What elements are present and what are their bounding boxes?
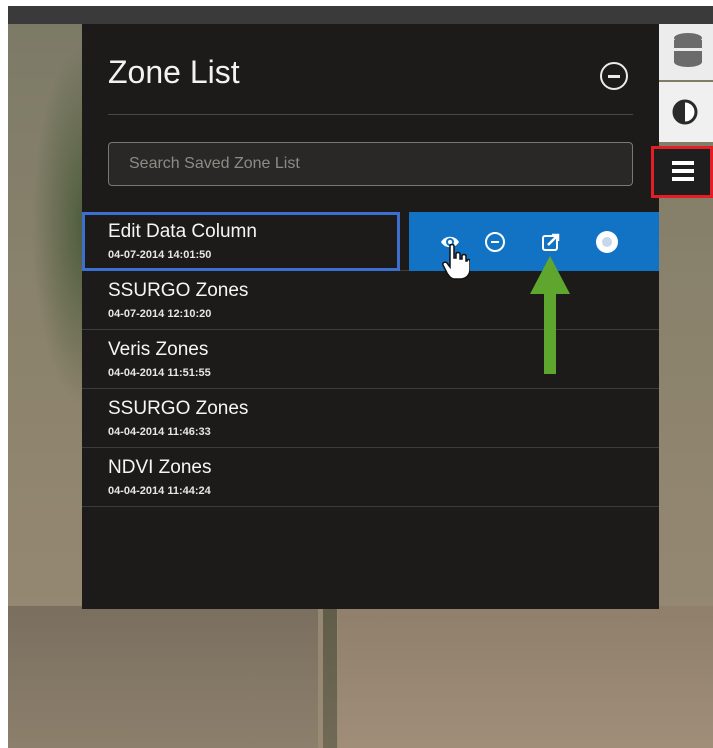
collapse-icon[interactable] xyxy=(600,62,628,90)
zone-list-panel: Zone List Edit Data Column 04-07-2014 14… xyxy=(82,24,659,609)
map-field xyxy=(338,606,713,748)
zone-list-button[interactable] xyxy=(651,146,713,198)
contrast-icon xyxy=(672,99,698,125)
zone-name: SSURGO Zones xyxy=(108,398,249,419)
annotation-arrow-icon xyxy=(530,256,570,374)
list-item[interactable]: Veris Zones 04-04-2014 11:51:55 xyxy=(82,330,659,389)
zone-date: 04-04-2014 11:46:33 xyxy=(108,426,211,438)
list-item[interactable]: NDVI Zones 04-04-2014 11:44:24 xyxy=(82,448,659,507)
zone-name: Edit Data Column xyxy=(108,221,257,242)
panel-title: Zone List xyxy=(108,54,240,90)
search-input[interactable] xyxy=(108,142,633,186)
list-item[interactable]: Edit Data Column 04-07-2014 14:01:50 xyxy=(82,212,659,271)
zone-date: 04-07-2014 14:01:50 xyxy=(108,249,212,261)
record-icon[interactable] xyxy=(596,231,618,253)
title-divider xyxy=(108,114,633,115)
zone-date: 04-04-2014 11:44:24 xyxy=(108,485,211,497)
zone-name: Veris Zones xyxy=(108,339,209,360)
contrast-button[interactable] xyxy=(659,82,713,142)
zone-list: Edit Data Column 04-07-2014 14:01:50 SSU… xyxy=(82,212,659,507)
export-icon[interactable] xyxy=(541,232,561,252)
zone-date: 04-07-2014 12:10:20 xyxy=(108,308,212,320)
zone-date: 04-04-2014 11:51:55 xyxy=(108,367,211,379)
list-item[interactable]: SSURGO Zones 04-07-2014 12:10:20 xyxy=(82,271,659,330)
remove-icon[interactable] xyxy=(485,232,505,252)
zone-name: SSURGO Zones xyxy=(108,280,249,301)
list-item[interactable]: SSURGO Zones 04-04-2014 11:46:33 xyxy=(82,389,659,448)
database-icon xyxy=(674,33,702,67)
hand-cursor-icon xyxy=(442,244,470,280)
zone-name: NDVI Zones xyxy=(108,457,212,478)
map-field xyxy=(8,606,318,748)
top-bar xyxy=(8,6,713,24)
list-menu-icon xyxy=(672,161,694,181)
layers-button[interactable] xyxy=(659,24,713,80)
